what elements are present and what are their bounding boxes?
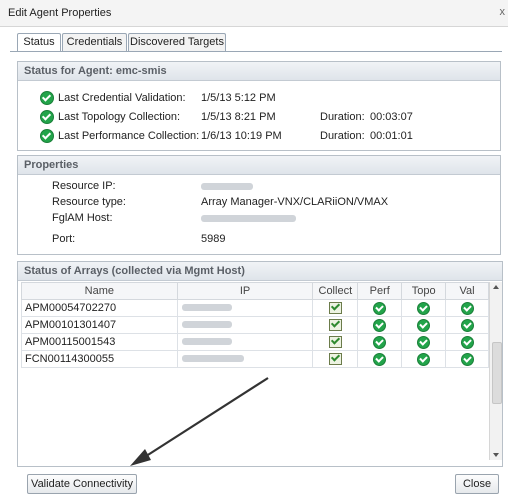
close-button[interactable]: Close <box>455 474 499 494</box>
validate-connectivity-button[interactable]: Validate Connectivity <box>27 474 137 494</box>
annotation-arrow <box>130 377 269 466</box>
